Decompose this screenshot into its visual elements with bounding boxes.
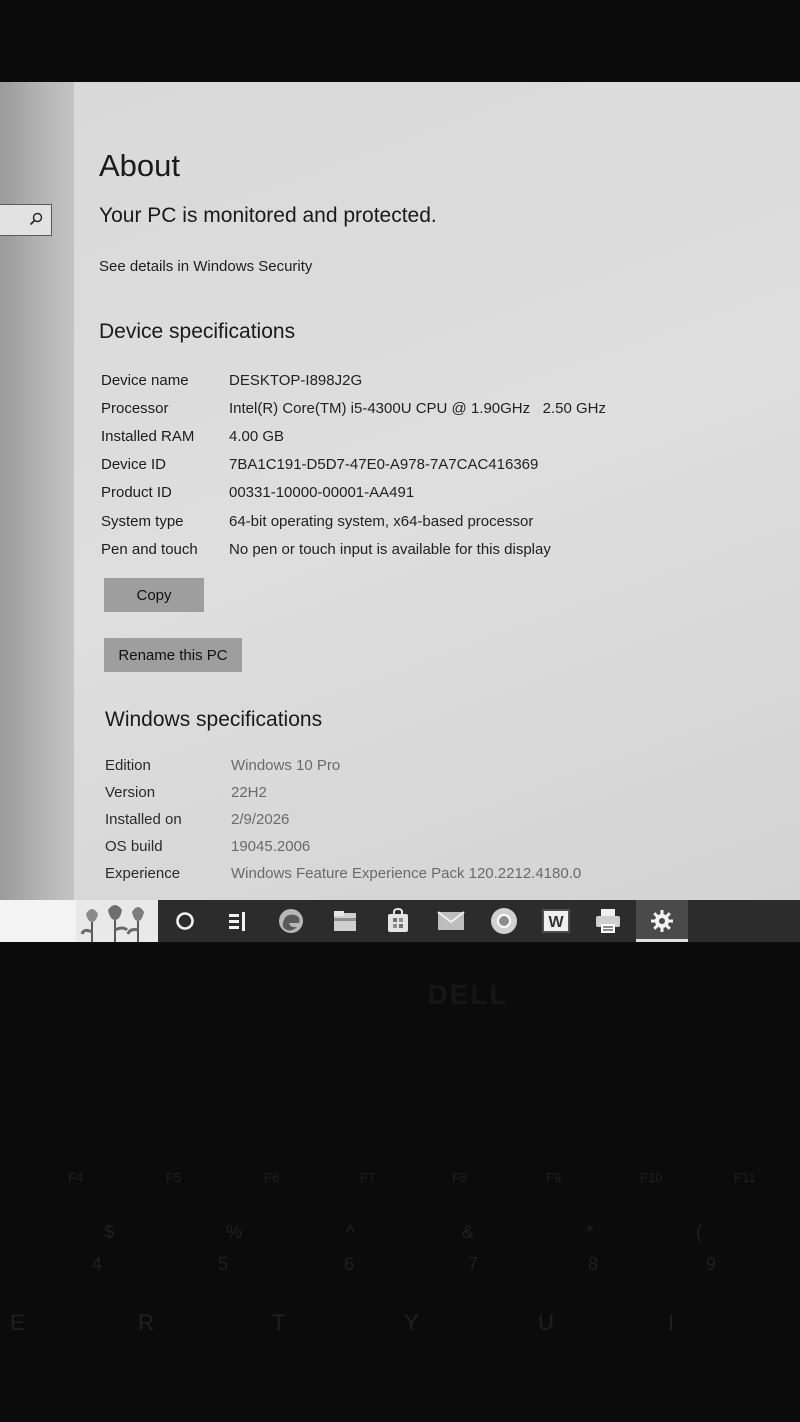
spec-value: 4.00 GB bbox=[229, 428, 285, 445]
key-y: Y bbox=[404, 1310, 419, 1335]
spec-label: Pen and touch bbox=[101, 541, 198, 558]
spec-row-product-id: Product ID 00331-10000-00001-AA491 bbox=[101, 484, 781, 508]
key-8: 8 bbox=[588, 1254, 599, 1274]
spec-label: System type bbox=[101, 513, 184, 530]
spec-row-system-type: System type 64-bit operating system, x64… bbox=[101, 513, 781, 537]
device-specs-heading: Device specifications bbox=[99, 320, 296, 343]
spec-label: Installed RAM bbox=[101, 428, 195, 445]
spec-row-processor: Processor Intel(R) Core(TM) i5-4300U CPU… bbox=[101, 400, 781, 424]
printer-icon[interactable] bbox=[593, 906, 623, 936]
spec-row-installed-ram: Installed RAM 4.00 GB bbox=[101, 428, 781, 452]
key-e: E bbox=[10, 1310, 25, 1335]
mail-icon[interactable] bbox=[436, 906, 466, 936]
key-percent: % bbox=[226, 1222, 243, 1242]
spec-value: DESKTOP-I898J2G bbox=[229, 372, 363, 389]
svg-text:DELL: DELL bbox=[427, 979, 508, 1010]
wps-letter: W bbox=[548, 914, 564, 931]
settings-icon bbox=[647, 906, 677, 936]
spec-value: 00331-10000-00001-AA491 bbox=[229, 484, 415, 501]
spec-value: Intel(R) Core(TM) i5-4300U CPU @ 1.90GHz… bbox=[229, 400, 606, 417]
taskbar: W bbox=[0, 900, 800, 942]
key-r: R bbox=[138, 1310, 154, 1335]
spec-label: Experience bbox=[105, 865, 181, 882]
dell-logo-image: DELL bbox=[427, 979, 508, 1010]
windows-security-link[interactable]: See details in Windows Security bbox=[99, 258, 312, 275]
tulips-wallpaper-image bbox=[76, 900, 158, 942]
key-paren: ( bbox=[696, 1222, 702, 1242]
settings-screen: About Your PC is monitored and protected… bbox=[0, 82, 800, 942]
spec-label: Device ID bbox=[101, 456, 167, 473]
spec-label: Version bbox=[105, 784, 156, 801]
spec-label: Processor bbox=[101, 400, 169, 417]
protection-status: Your PC is monitored and protected. bbox=[99, 204, 437, 227]
desktop-wallpaper-strip bbox=[0, 900, 76, 942]
spec-value: 19045.2006 bbox=[231, 838, 311, 855]
spec-label: Product ID bbox=[101, 484, 172, 501]
windows-specs-heading: Windows specifications bbox=[105, 708, 323, 731]
key-6: 6 bbox=[344, 1254, 355, 1274]
key-f10: F10 bbox=[640, 1170, 663, 1185]
spec-row-device-id: Device ID 7BA1C191-D5D7-47E0-A978-7A7CAC… bbox=[101, 456, 781, 480]
spec-value: Windows 10 Pro bbox=[231, 757, 341, 774]
spec-value: 2/9/2026 bbox=[231, 811, 290, 828]
rename-pc-button[interactable]: Rename this PC bbox=[104, 638, 242, 672]
task-view-icon[interactable] bbox=[222, 906, 252, 936]
key-f7: F7 bbox=[360, 1170, 376, 1185]
spec-value: 22H2 bbox=[231, 784, 267, 801]
key-f11: F11 bbox=[734, 1170, 756, 1185]
key-f5: F5 bbox=[166, 1170, 182, 1185]
settings-taskbar-button[interactable] bbox=[636, 900, 688, 942]
spec-value: 7BA1C191-D5D7-47E0-A978-7A7CAC416369 bbox=[229, 456, 539, 473]
wps-office-icon[interactable]: W bbox=[541, 906, 571, 936]
key-caret: ^ bbox=[346, 1222, 355, 1242]
win-row-os-build: OS build 19045.2006 bbox=[105, 838, 785, 862]
key-u: U bbox=[538, 1310, 554, 1335]
key-9: 9 bbox=[706, 1254, 717, 1274]
spec-label: Edition bbox=[105, 757, 151, 774]
chrome-icon[interactable] bbox=[489, 906, 519, 936]
key-f8: F8 bbox=[452, 1170, 468, 1185]
search-icon bbox=[29, 212, 43, 226]
key-i: I bbox=[668, 1310, 675, 1335]
key-f9: F9 bbox=[546, 1170, 562, 1185]
key-dollar: $ bbox=[104, 1222, 115, 1242]
laptop-keyboard: F4 F5 F6 F7 F8 F9 F10 F11 $ % ^ & * ( 4 … bbox=[0, 1130, 800, 1422]
key-ampersand: & bbox=[462, 1222, 475, 1242]
win-row-edition: Edition Windows 10 Pro bbox=[105, 757, 785, 781]
store-icon[interactable] bbox=[383, 906, 413, 936]
key-7: 7 bbox=[468, 1254, 479, 1274]
win-row-experience: Experience Windows Feature Experience Pa… bbox=[105, 865, 785, 889]
file-explorer-icon[interactable] bbox=[330, 906, 360, 936]
key-asterisk: * bbox=[586, 1222, 594, 1242]
win-row-version: Version 22H2 bbox=[105, 784, 785, 808]
win-row-installed-on: Installed on 2/9/2026 bbox=[105, 811, 785, 835]
active-indicator bbox=[636, 939, 688, 942]
page-title: About bbox=[99, 148, 181, 183]
spec-value: Windows Feature Experience Pack 120.2212… bbox=[231, 865, 582, 882]
key-f4: F4 bbox=[68, 1170, 84, 1185]
settings-nav-pane bbox=[0, 82, 74, 900]
spec-label: Device name bbox=[101, 372, 189, 389]
copy-button[interactable]: Copy bbox=[104, 578, 204, 612]
about-page: About Your PC is monitored and protected… bbox=[74, 82, 800, 900]
spec-label: OS build bbox=[105, 838, 163, 855]
key-5: 5 bbox=[218, 1254, 229, 1274]
key-f6: F6 bbox=[264, 1170, 280, 1185]
spec-value: No pen or touch input is available for t… bbox=[229, 541, 551, 558]
key-4: 4 bbox=[92, 1254, 103, 1274]
spec-value: 64-bit operating system, x64-based proce… bbox=[229, 513, 534, 530]
key-t: T bbox=[272, 1310, 286, 1335]
spec-label: Installed on bbox=[105, 811, 182, 828]
settings-search-box[interactable] bbox=[0, 204, 52, 236]
spec-row-device-name: Device name DESKTOP-I898J2G bbox=[101, 372, 781, 396]
cortana-search-icon[interactable] bbox=[170, 906, 200, 936]
spec-row-pen-touch: Pen and touch No pen or touch input is a… bbox=[101, 541, 781, 565]
edge-icon[interactable] bbox=[276, 906, 306, 936]
